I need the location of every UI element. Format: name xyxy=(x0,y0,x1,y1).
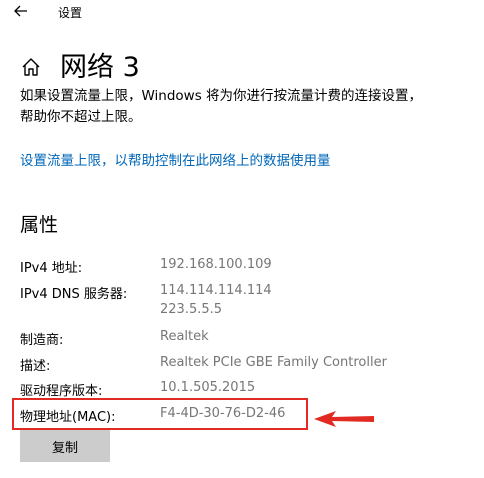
window-title: 设置 xyxy=(58,6,83,20)
home-icon xyxy=(20,56,42,78)
annotation-arrow-icon xyxy=(312,408,376,430)
ipv4-dns-label: IPv4 DNS 服务器: xyxy=(20,287,128,302)
driver-version-value: 10.1.505.2015 xyxy=(160,380,256,395)
driver-version-label: 驱动程序版本: xyxy=(20,384,103,399)
annotation-highlight-box xyxy=(12,398,308,430)
page-title: 网络 3 xyxy=(60,52,140,83)
description-value: Realtek PCIe GBE Family Controller xyxy=(160,355,387,370)
manufacturer-label: 制造商: xyxy=(20,333,64,348)
ipv4-address-value: 192.168.100.109 xyxy=(160,257,272,272)
data-limit-link[interactable]: 设置流量上限，以帮助控制在此网络上的数据使用量 xyxy=(20,149,331,169)
manufacturer-value: Realtek xyxy=(160,329,209,344)
copy-button[interactable]: 复制 xyxy=(20,430,110,462)
ipv4-address-label: IPv4 地址: xyxy=(20,261,83,276)
back-arrow-icon[interactable] xyxy=(12,2,30,20)
description-line-1: 如果设置流量上限，Windows 将为你进行按流量计费的连接设置， xyxy=(20,88,423,104)
ipv4-dns-value-2: 223.5.5.5 xyxy=(160,302,223,317)
description-label: 描述: xyxy=(20,359,51,374)
properties-heading: 属性 xyxy=(20,214,59,236)
ipv4-dns-value-1: 114.114.114.114 xyxy=(160,283,272,298)
description-clip: 如果设置流量上限，Windows 将为你进行按流量计费的连接设置， 帮助你不超过… xyxy=(0,84,484,128)
description-text: 如果设置流量上限，Windows 将为你进行按流量计费的连接设置， 帮助你不超过… xyxy=(20,86,422,128)
description-line-2: 帮助你不超过上限。 xyxy=(20,109,142,125)
